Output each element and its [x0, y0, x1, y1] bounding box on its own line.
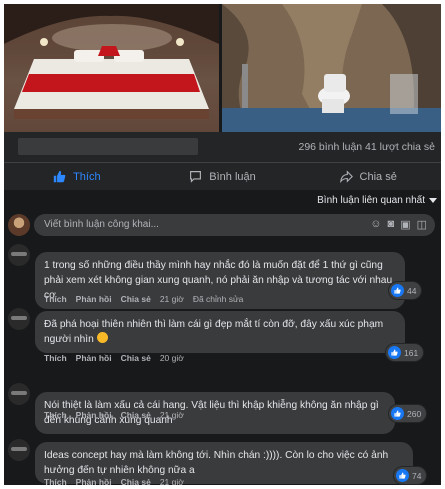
comment-reply-link[interactable]: Phản hồi [76, 294, 112, 304]
smiley-icon[interactable]: ☺ [370, 218, 381, 231]
thumbs-up-icon [396, 469, 409, 482]
comment-share-link[interactable]: Chia sẻ [121, 353, 151, 363]
reaction-count[interactable]: 44 [389, 282, 422, 299]
commenter-avatar[interactable] [8, 383, 30, 405]
speech-bubble-icon [190, 171, 202, 183]
commenter-avatar[interactable] [8, 439, 30, 461]
comment-meta: Thích Phản hồi Chia sẻ 21 giờ Đã chỉnh s… [44, 294, 243, 304]
comment-reply-link[interactable]: Phản hồi [76, 353, 112, 363]
comment-share-link[interactable]: Chia sẻ [121, 294, 151, 304]
comment-sort-dropdown[interactable]: Bình luận liên quan nhất [317, 195, 437, 206]
commenter-avatar[interactable] [8, 244, 30, 266]
comment-share-link[interactable]: Chia sẻ [121, 477, 151, 485]
comment-meta: Thích Phản hồi Chia sẻ 21 giờ [44, 410, 184, 420]
post-action-bar: Thích Bình luận Chia sẻ [4, 162, 441, 190]
comment-input-placeholder: Viết bình luận công khai... [44, 219, 159, 230]
reaction-number: 260 [407, 408, 422, 419]
bedroom-photo[interactable] [4, 4, 219, 132]
smiley-emoji-icon [96, 332, 108, 343]
reaction-count[interactable]: 260 [389, 405, 427, 422]
comment-like-link[interactable]: Thích [44, 294, 67, 304]
sort-label: Bình luận liên quan nhất [317, 195, 425, 206]
post-photos [4, 4, 441, 132]
gif-icon[interactable]: ▣ [400, 218, 410, 231]
like-button[interactable]: Thích [4, 163, 150, 190]
thumbs-up-icon [388, 346, 401, 359]
comment-like-link[interactable]: Thích [44, 410, 67, 420]
comment-label: Bình luận [209, 170, 256, 183]
like-label: Thích [73, 170, 101, 183]
sticker-icon[interactable]: ◫ [417, 218, 427, 231]
comment-sort-bar: Bình luận liên quan nhất [4, 190, 441, 212]
reaction-count[interactable]: 74 [394, 467, 427, 484]
chevron-down-icon [429, 197, 437, 203]
share-arrow-icon [339, 170, 353, 183]
comment-reply-link[interactable]: Phản hồi [76, 410, 112, 420]
thumbs-up-icon [391, 407, 404, 420]
comment-time[interactable]: 21 giờ [160, 410, 184, 420]
current-user-avatar[interactable] [8, 214, 30, 236]
thumbs-up-icon [53, 170, 66, 183]
reaction-number: 74 [412, 470, 422, 481]
redacted-block [18, 138, 198, 155]
comment-like-link[interactable]: Thích [44, 477, 67, 485]
comment-time[interactable]: 21 giờ [160, 294, 184, 304]
commenter-avatar[interactable] [8, 308, 30, 330]
comment-meta: Thích Phản hồi Chia sẻ 20 giờ [44, 353, 184, 363]
bathroom-photo[interactable] [222, 4, 441, 132]
reaction-count[interactable]: 161 [386, 344, 424, 361]
share-label: Chia sẻ [359, 170, 397, 183]
comment-time[interactable]: 21 giờ [160, 477, 184, 485]
share-button[interactable]: Chia sẻ [295, 163, 441, 190]
comment-text: Đã phá hoại thiên nhiên thì làm cái gì đ… [44, 319, 384, 345]
camera-icon[interactable]: ◙ [388, 218, 395, 231]
comment-button[interactable]: Bình luận [150, 163, 296, 190]
facebook-post: 296 bình luận 41 lượt chia sẻ Thích Bình… [4, 4, 441, 485]
bathroom-illustration [222, 4, 441, 132]
reaction-number: 44 [407, 285, 417, 296]
edited-label: Đã chỉnh sửa [192, 294, 244, 304]
bedroom-illustration [4, 4, 219, 132]
comment-input[interactable]: Viết bình luận công khai... ☺ ◙ ▣ ◫ [34, 214, 435, 236]
comment-composer-row: Viết bình luận công khai... ☺ ◙ ▣ ◫ [4, 212, 441, 240]
comment-share-counts[interactable]: 296 bình luận 41 lượt chia sẻ [298, 141, 435, 153]
comment-reply-link[interactable]: Phản hồi [76, 477, 112, 485]
composer-icons: ☺ ◙ ▣ ◫ [370, 218, 427, 231]
comment-text: Ideas concept hay mà làm không tới. Nhìn… [44, 450, 389, 476]
post-stats-bar: 296 bình luận 41 lượt chia sẻ [4, 132, 441, 162]
comment-share-link[interactable]: Chia sẻ [121, 410, 151, 420]
comment-like-link[interactable]: Thích [44, 353, 67, 363]
comment-meta: Thích Phản hồi Chia sẻ 21 giờ [44, 477, 184, 485]
comment-time[interactable]: 20 giờ [160, 353, 184, 363]
reaction-number: 161 [404, 347, 419, 358]
thumbs-up-icon [391, 284, 404, 297]
comment-bubble[interactable]: Đã phá hoại thiên nhiên thì làm cái gì đ… [35, 311, 405, 353]
